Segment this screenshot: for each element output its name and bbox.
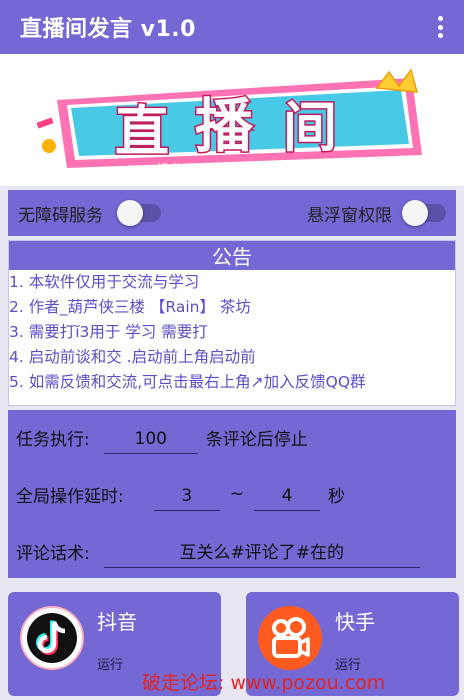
notice-line: 4. 启动前谈和交 .启动前上角启动前 bbox=[9, 348, 256, 366]
douyin-status: 运行 bbox=[97, 658, 124, 673]
app-title: 直播间发言 v1.0 bbox=[20, 17, 196, 42]
notice-panel: 公告 1. 本软件仅用于交流与学习 2. 作者_葫芦侠三楼 【Rain】 茶坊 … bbox=[8, 240, 456, 406]
permissions-row: 无障碍服务 悬浮窗权限 bbox=[8, 190, 456, 236]
comment-label: 评论话术: bbox=[16, 543, 90, 564]
kuaishou-icon bbox=[258, 606, 322, 670]
app-bar: 直播间发言 v1.0 bbox=[0, 0, 464, 54]
delay-separator: ~ bbox=[229, 484, 244, 504]
task-label: 任务执行: bbox=[16, 429, 90, 450]
notice-line: 1. 本软件仅用于交流与学习 bbox=[9, 273, 200, 291]
svg-text:间: 间 bbox=[283, 96, 337, 159]
overlay-switch[interactable] bbox=[402, 200, 446, 226]
more-options-icon[interactable] bbox=[430, 13, 450, 41]
notice-line: 5. 如需反馈和交流,可点击最右上角↗加入反馈QQ群 bbox=[9, 373, 366, 391]
overlay-label: 悬浮窗权限 bbox=[307, 205, 392, 226]
accessibility-switch[interactable] bbox=[117, 200, 161, 226]
svg-text:直: 直 bbox=[115, 100, 169, 163]
douyin-icon bbox=[20, 606, 84, 670]
banner: 直 播 间 好礼不断 优惠不停 bbox=[0, 54, 464, 186]
settings-panel: 任务执行: 100 条评论后停止 全局操作延时: 3 ~ 4 秒 评论话术: 互… bbox=[8, 410, 456, 578]
live-room-logo: 直 播 间 好礼不断 优惠不停 bbox=[36, 68, 422, 175]
svg-text:好礼不断 优惠不停: 好礼不断 优惠不停 bbox=[157, 161, 285, 175]
task-count-input[interactable]: 100 bbox=[103, 420, 198, 454]
notice-title: 公告 bbox=[9, 241, 455, 270]
delay-row: 全局操作延时: 3 ~ 4 秒 bbox=[16, 477, 345, 511]
svg-text:播: 播 bbox=[195, 92, 254, 160]
douyin-name: 抖音 bbox=[97, 610, 137, 634]
kuaishou-name: 快手 bbox=[335, 610, 375, 634]
delay-unit: 秒 bbox=[327, 486, 345, 507]
comment-input[interactable]: 互关么#评论了#在的 bbox=[103, 534, 420, 568]
task-suffix: 条评论后停止 bbox=[205, 429, 308, 450]
delay-label: 全局操作延时: bbox=[16, 486, 124, 507]
notice-line: 2. 作者_葫芦侠三楼 【Rain】 茶坊 bbox=[9, 298, 251, 316]
accessibility-label: 无障碍服务 bbox=[18, 205, 103, 226]
notice-line: 3. 需要打ĭ3用于 学习 需要打 bbox=[9, 323, 208, 341]
task-row: 任务执行: 100 条评论后停止 bbox=[16, 420, 308, 454]
delay-min-input[interactable]: 3 bbox=[153, 477, 220, 511]
delay-max-input[interactable]: 4 bbox=[253, 477, 320, 511]
comment-row: 评论话术: 互关么#评论了#在的 bbox=[16, 534, 420, 568]
watermark-text: 破走论坛: www.pozou.com bbox=[142, 672, 386, 694]
